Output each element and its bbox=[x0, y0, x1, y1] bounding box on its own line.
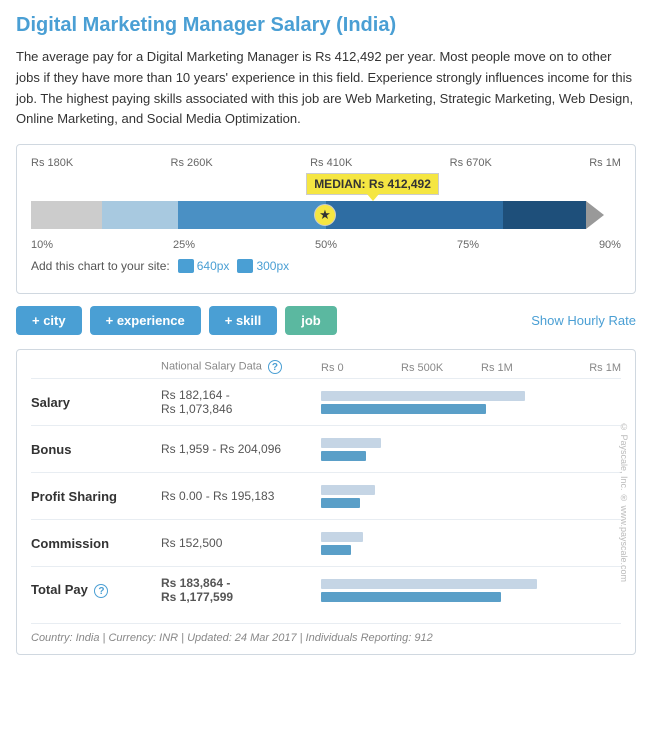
salary-table: National Salary Data ? Rs 0 Rs 500K Rs 1… bbox=[16, 349, 636, 655]
experience-button[interactable]: + experience bbox=[90, 306, 201, 335]
national-question-mark[interactable]: ? bbox=[268, 360, 282, 374]
payscale-watermark: © Payscale, Inc. ® www.payscale.com bbox=[619, 422, 629, 582]
salary-bar-top bbox=[321, 404, 486, 414]
salary-range: Rs 182,164 - Rs 1,073,846 bbox=[161, 388, 321, 416]
salary-table-footer: Country: India | Currency: INR | Updated… bbox=[31, 623, 621, 644]
chart-icon-300: 300px bbox=[237, 259, 289, 273]
bonus-bar-bottom bbox=[321, 438, 381, 448]
bar-segment-10pct bbox=[31, 201, 102, 229]
scale-label-1: Rs 180K bbox=[31, 157, 73, 169]
add-chart-text: Add this chart to your site: bbox=[31, 259, 170, 273]
commission-range: Rs 152,500 bbox=[161, 536, 321, 550]
chart-icon-640-img bbox=[178, 259, 194, 273]
table-row-salary: Salary Rs 182,164 - Rs 1,073,846 bbox=[31, 378, 621, 425]
action-row: + city + experience + skill job Show Hou… bbox=[16, 306, 636, 335]
page-title: Digital Marketing Manager Salary (India) bbox=[16, 14, 636, 37]
commission-bar-area bbox=[321, 528, 621, 558]
total-pay-bar-area bbox=[321, 575, 621, 605]
commission-label: Commission bbox=[31, 536, 161, 551]
profit-sharing-bar-top bbox=[321, 498, 360, 508]
chart-icon-300-img bbox=[237, 259, 253, 273]
chart-icon-640: 640px bbox=[178, 259, 230, 273]
median-star-marker: ★ bbox=[314, 204, 336, 226]
table-row-profit-sharing: Profit Sharing Rs 0.00 - Rs 195,183 bbox=[31, 472, 621, 519]
link-640[interactable]: 640px bbox=[197, 259, 230, 273]
skill-button[interactable]: + skill bbox=[209, 306, 278, 335]
pct-90: 90% bbox=[599, 239, 621, 251]
scale-label-3: Rs 410K bbox=[310, 157, 352, 169]
job-button[interactable]: job bbox=[285, 306, 337, 335]
median-label: MEDIAN: Rs 412,492 bbox=[306, 173, 439, 195]
link-300[interactable]: 300px bbox=[256, 259, 289, 273]
header-rs1m2: Rs 1M bbox=[581, 362, 621, 374]
header-rs500k: Rs 500K bbox=[401, 362, 481, 374]
bar-arrow bbox=[586, 201, 604, 229]
chart-footer: Add this chart to your site: 640px 300px bbox=[31, 259, 621, 273]
page-container: Digital Marketing Manager Salary (India)… bbox=[0, 0, 652, 679]
city-button[interactable]: + city bbox=[16, 306, 82, 335]
bonus-bar-area bbox=[321, 434, 621, 464]
bar-segment-50pct bbox=[178, 201, 326, 229]
total-pay-range: Rs 183,864 - Rs 1,177,599 bbox=[161, 576, 321, 604]
pct-75: 75% bbox=[457, 239, 479, 251]
scale-label-4: Rs 670K bbox=[450, 157, 492, 169]
scale-label-2: Rs 260K bbox=[171, 157, 213, 169]
show-hourly-link[interactable]: Show Hourly Rate bbox=[531, 313, 636, 328]
percentile-labels: 10% 25% 50% 75% 90% bbox=[31, 239, 621, 251]
salary-chart-box: Rs 180K Rs 260K Rs 410K Rs 670K Rs 1M ME… bbox=[16, 144, 636, 294]
pct-25: 25% bbox=[173, 239, 195, 251]
profit-sharing-bar-bottom bbox=[321, 485, 375, 495]
total-pay-bar-top bbox=[321, 592, 501, 602]
commission-bar-top bbox=[321, 545, 351, 555]
header-national: National Salary Data ? bbox=[161, 360, 321, 374]
title-main: Digital Marketing Manager Salary bbox=[16, 14, 336, 36]
scale-label-5: Rs 1M bbox=[589, 157, 621, 169]
total-pay-label: Total Pay ? bbox=[31, 582, 161, 599]
bonus-bar-top bbox=[321, 451, 366, 461]
table-row-total-pay: Total Pay ? Rs 183,864 - Rs 1,177,599 bbox=[31, 566, 621, 613]
salary-scale-labels: Rs 180K Rs 260K Rs 410K Rs 670K Rs 1M bbox=[31, 157, 621, 169]
profit-sharing-label: Profit Sharing bbox=[31, 489, 161, 504]
salary-bar-area bbox=[321, 387, 621, 417]
table-row-commission: Commission Rs 152,500 bbox=[31, 519, 621, 566]
pct-10: 10% bbox=[31, 239, 53, 251]
commission-bar-bottom bbox=[321, 532, 363, 542]
header-rs1m: Rs 1M bbox=[481, 362, 541, 374]
total-pay-bar-bottom bbox=[321, 579, 537, 589]
profit-sharing-bar-area bbox=[321, 481, 621, 511]
pct-50: 50% bbox=[315, 239, 337, 251]
header-rs0: Rs 0 bbox=[321, 362, 401, 374]
bar-segment-25pct bbox=[102, 201, 179, 229]
salary-bar: ★ bbox=[31, 197, 621, 233]
title-country: (India) bbox=[336, 14, 396, 36]
total-pay-question-mark[interactable]: ? bbox=[94, 584, 108, 598]
salary-label: Salary bbox=[31, 395, 161, 410]
bar-segment-75pct bbox=[326, 201, 503, 229]
table-header-row: National Salary Data ? Rs 0 Rs 500K Rs 1… bbox=[31, 360, 621, 378]
table-row-bonus: Bonus Rs 1,959 - Rs 204,096 bbox=[31, 425, 621, 472]
salary-bar-bottom bbox=[321, 391, 525, 401]
header-scale: Rs 0 Rs 500K Rs 1M bbox=[321, 362, 581, 374]
bonus-range: Rs 1,959 - Rs 204,096 bbox=[161, 442, 321, 456]
profit-sharing-range: Rs 0.00 - Rs 195,183 bbox=[161, 489, 321, 503]
bar-segment-90pct bbox=[503, 201, 586, 229]
description-text: The average pay for a Digital Marketing … bbox=[16, 47, 636, 130]
bonus-label: Bonus bbox=[31, 442, 161, 457]
bar-track: ★ bbox=[31, 201, 621, 229]
